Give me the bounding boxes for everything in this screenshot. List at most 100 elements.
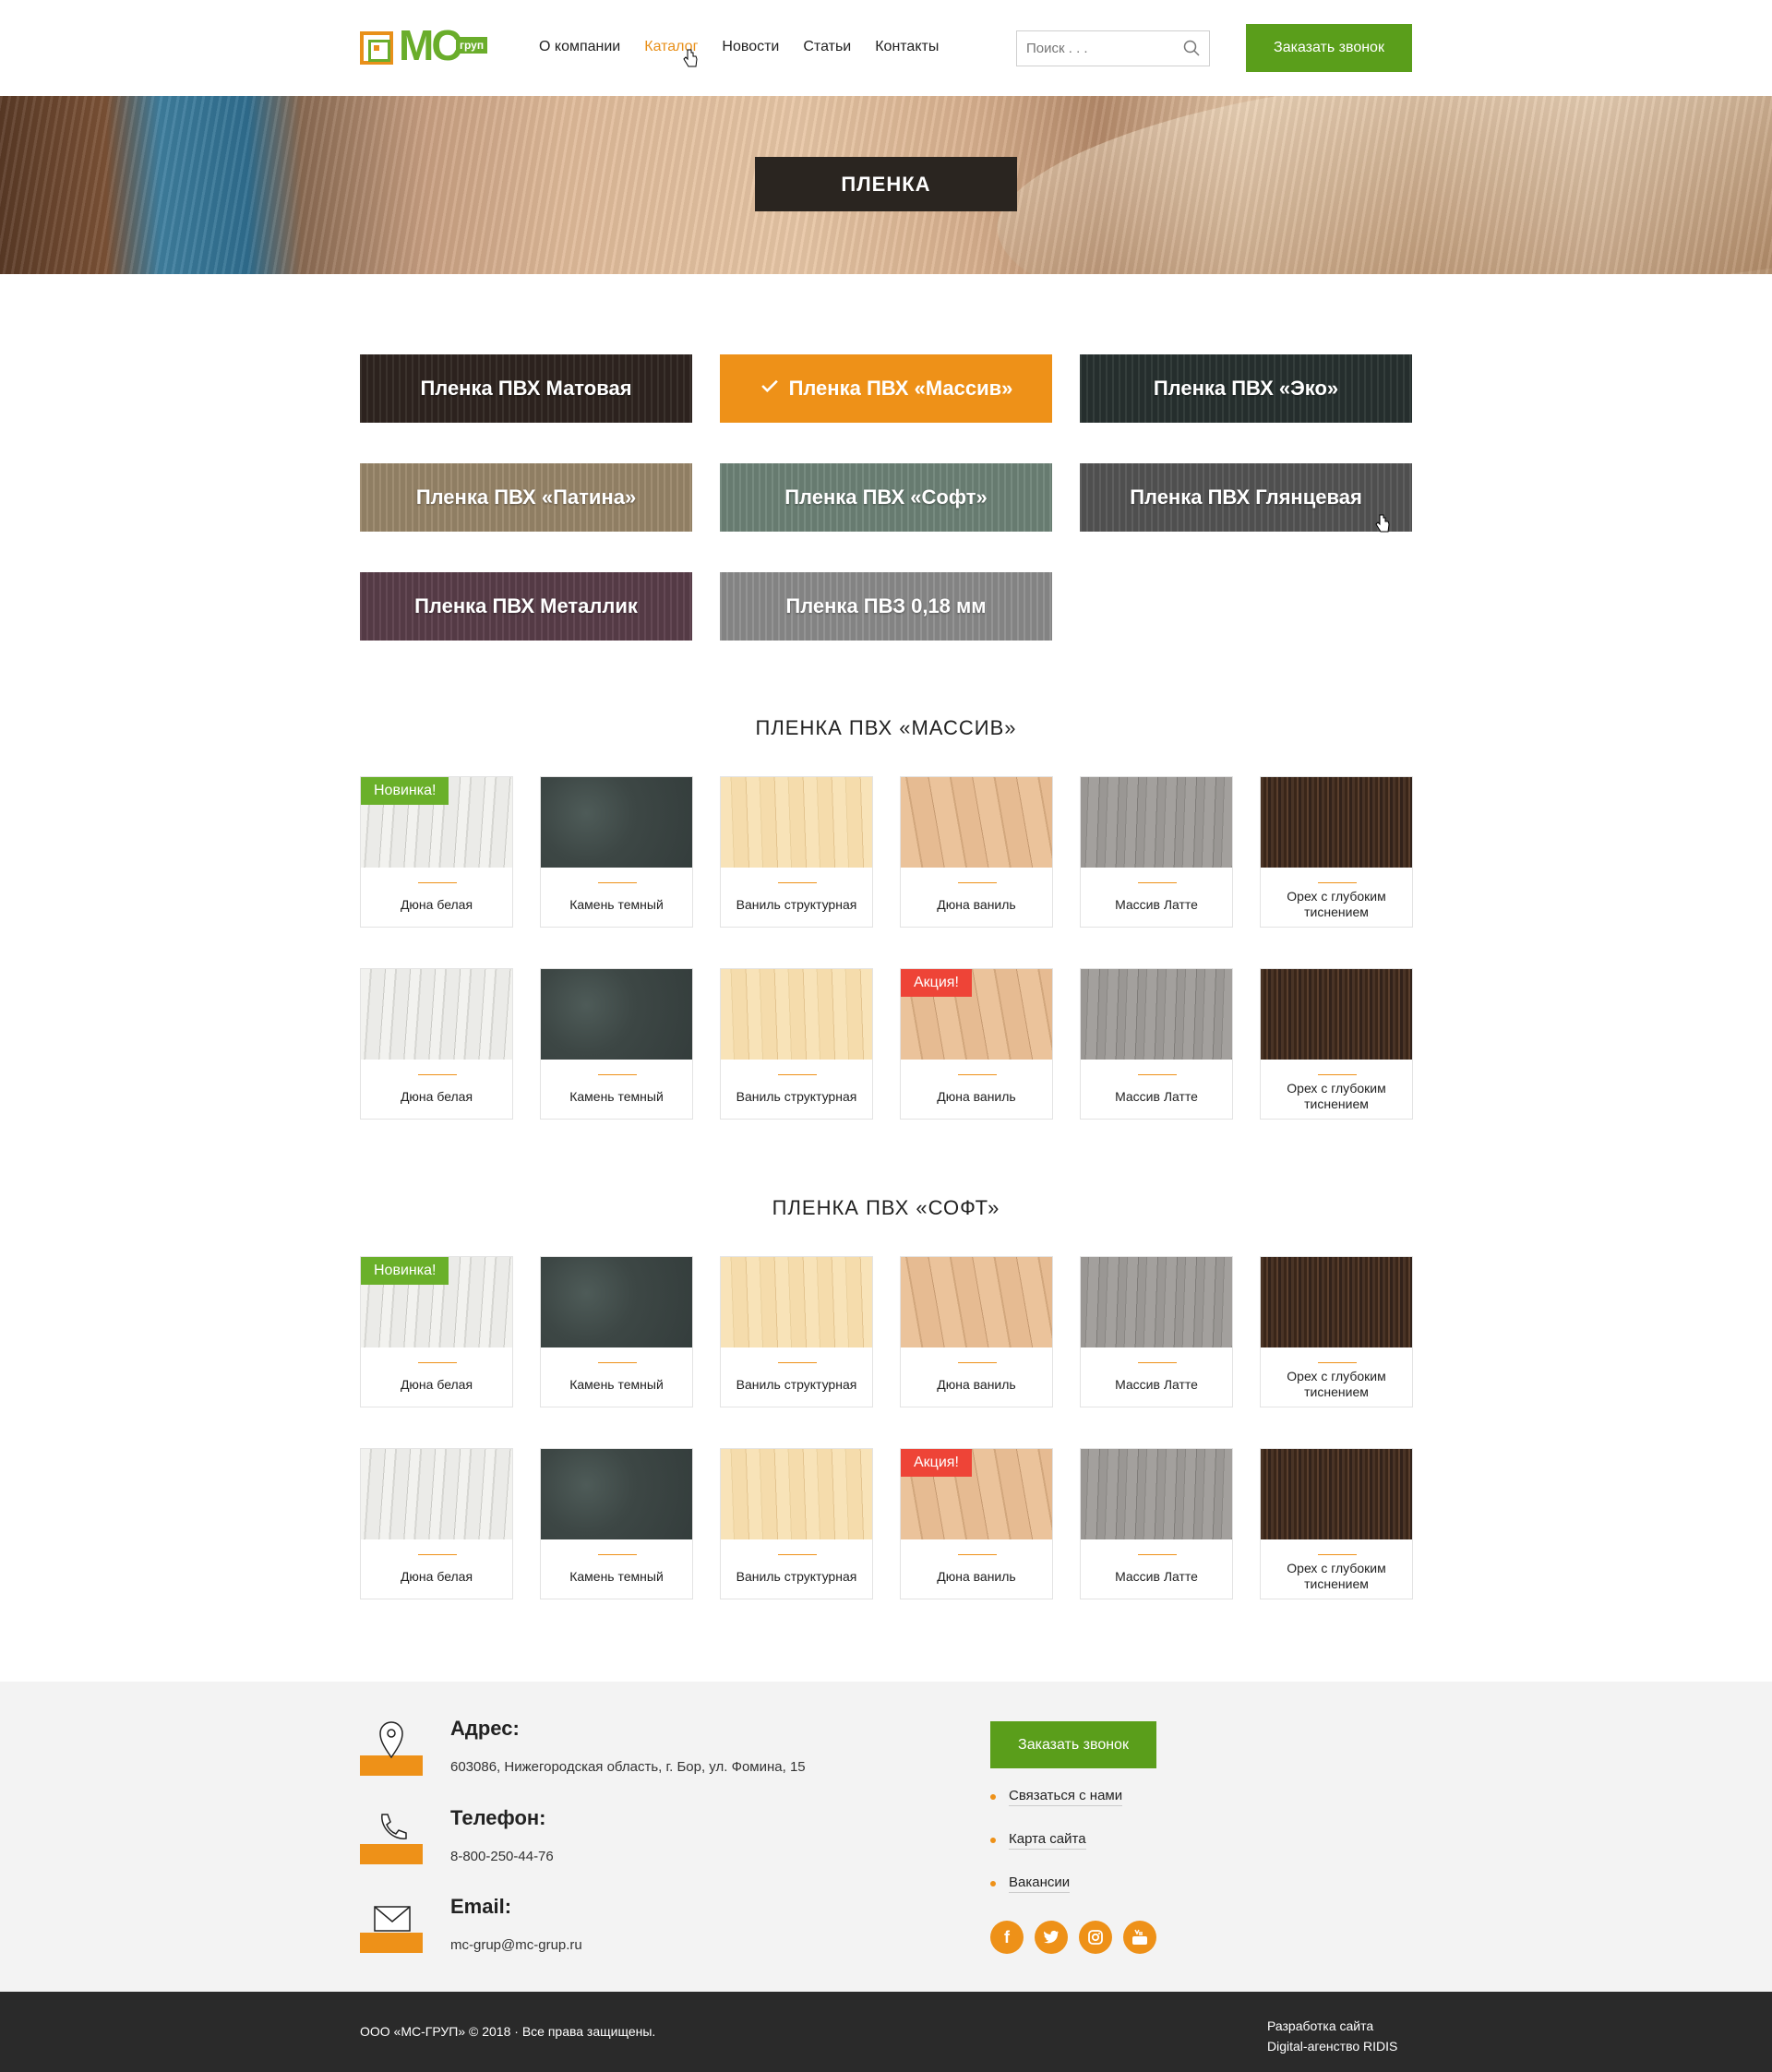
card-divider <box>958 1554 997 1555</box>
product-card[interactable]: Камень темный <box>540 968 693 1120</box>
category-glossy[interactable]: Пленка ПВХ Глянцевая <box>1080 463 1412 532</box>
header-call-button[interactable]: Заказать звонок <box>1246 24 1412 72</box>
product-name: Орех с глубоким тиснением <box>1287 889 1386 919</box>
card-divider <box>1318 1362 1357 1363</box>
map-pin-icon <box>379 1721 403 1759</box>
category-massiv[interactable]: Пленка ПВХ «Массив» <box>720 354 1052 423</box>
category-patina[interactable]: Пленка ПВХ «Патина» <box>360 463 692 532</box>
search-icon[interactable] <box>1183 40 1200 56</box>
youtube-icon[interactable] <box>1123 1921 1156 1954</box>
logo-mark-icon <box>360 31 393 65</box>
nav-contacts[interactable]: Контакты <box>875 39 939 55</box>
facebook-icon[interactable]: f <box>990 1921 1024 1954</box>
footer-link-label: Карта сайта <box>1009 1831 1086 1850</box>
product-card[interactable]: Орех с глубоким тиснением <box>1260 1256 1413 1407</box>
card-divider <box>1138 1362 1177 1363</box>
instagram-icon[interactable] <box>1079 1921 1112 1954</box>
footer-link-label: Вакансии <box>1009 1874 1071 1893</box>
card-divider <box>778 1074 817 1075</box>
product-card[interactable]: Камень темный <box>540 776 693 928</box>
product-card[interactable]: Дюна ваниль <box>900 1256 1053 1407</box>
category-label: Пленка ПВХ Металлик <box>414 594 638 617</box>
product-swatch <box>541 1449 692 1539</box>
product-card[interactable]: Акция! Дюна ваниль <box>900 1448 1053 1599</box>
category-label: Пленка ПВХ Матовая <box>420 377 632 400</box>
product-swatch <box>721 777 872 868</box>
address-value: 603086, Нижегородская область, г. Бор, у… <box>450 1759 806 1775</box>
product-swatch <box>1081 1257 1232 1347</box>
product-name: Ваниль структурная <box>736 1568 857 1584</box>
footer-link-jobs[interactable]: Вакансии <box>990 1874 1071 1893</box>
product-card[interactable]: Акция! Дюна ваниль <box>900 968 1053 1120</box>
product-card[interactable]: Ваниль структурная <box>720 1256 873 1407</box>
nav-news[interactable]: Новости <box>722 39 779 55</box>
twitter-icon[interactable] <box>1035 1921 1068 1954</box>
category-label: Пленка ПВХ «Массив» <box>788 377 1013 400</box>
product-swatch <box>1081 969 1232 1060</box>
footer-link-contact[interactable]: Связаться с нами <box>990 1788 1123 1806</box>
product-swatch <box>901 1257 1052 1347</box>
product-card[interactable]: Ваниль структурная <box>720 1448 873 1599</box>
product-card[interactable]: Массив Латте <box>1080 1256 1233 1407</box>
developer-credit[interactable]: Разработка сайта Digital-агенство RIDIS <box>1267 2016 1397 2056</box>
product-card[interactable]: Орех с глубоким тиснением <box>1260 1448 1413 1599</box>
phone-label: Телефон: <box>450 1806 546 1829</box>
email-value[interactable]: mc-grup@mc-grup.ru <box>450 1937 582 1953</box>
product-card[interactable]: Дюна белая <box>360 1448 513 1599</box>
developer-line2: Digital-агенство RIDIS <box>1267 2039 1398 2054</box>
category-label: Пленка ПВЗ 0,18 мм <box>785 594 987 617</box>
product-swatch <box>1261 1257 1412 1347</box>
nav-articles[interactable]: Статьи <box>803 39 851 55</box>
product-card[interactable]: Дюна белая <box>360 968 513 1120</box>
product-card[interactable]: Массив Латте <box>1080 1448 1233 1599</box>
product-card[interactable]: Камень темный <box>540 1256 693 1407</box>
footer-call-button[interactable]: Заказать звонок <box>990 1721 1156 1768</box>
product-card[interactable]: Орех с глубоким тиснением <box>1260 776 1413 928</box>
hero-banner: ПЛЕНКА <box>0 96 1772 274</box>
product-name: Ваниль структурная <box>736 1088 857 1104</box>
product-swatch <box>1261 1449 1412 1539</box>
logo-sub: груп <box>456 37 488 54</box>
address-block-icon <box>360 1720 423 1776</box>
product-swatch <box>721 1449 872 1539</box>
product-name: Дюна белая <box>400 896 473 912</box>
category-matte[interactable]: Пленка ПВХ Матовая <box>360 354 692 423</box>
product-name: Камень темный <box>569 896 664 912</box>
product-name: Массив Латте <box>1115 1376 1198 1392</box>
product-card[interactable]: Ваниль структурная <box>720 968 873 1120</box>
category-pvz[interactable]: Пленка ПВЗ 0,18 мм <box>720 572 1052 641</box>
phone-block-icon <box>360 1809 423 1864</box>
category-eco[interactable]: Пленка ПВХ «Эко» <box>1080 354 1412 423</box>
search-input[interactable] <box>1017 31 1165 66</box>
footer-link-sitemap[interactable]: Карта сайта <box>990 1831 1086 1850</box>
product-card[interactable]: Массив Латте <box>1080 776 1233 928</box>
product-card[interactable]: Ваниль структурная <box>720 776 873 928</box>
card-divider <box>958 882 997 883</box>
section-title-soft: ПЛЕНКА ПВХ «СОФТ» <box>772 1196 1000 1219</box>
product-card[interactable]: Новинка! Дюна белая <box>360 776 513 928</box>
product-card[interactable]: Дюна ваниль <box>900 776 1053 928</box>
email-label: Email: <box>450 1895 512 1918</box>
card-divider <box>778 882 817 883</box>
category-soft[interactable]: Пленка ПВХ «Софт» <box>720 463 1052 532</box>
card-divider <box>1138 1554 1177 1555</box>
phone-value[interactable]: 8-800-250-44-76 <box>450 1849 554 1864</box>
product-name: Ваниль структурная <box>736 1376 857 1392</box>
product-card[interactable]: Новинка! Дюна белая <box>360 1256 513 1407</box>
copyright: ООО «МС-ГРУП» © 2018 · Все права защищен… <box>360 2024 656 2039</box>
logo[interactable]: MC груп <box>360 22 489 68</box>
product-card[interactable]: Орех с глубоким тиснением <box>1260 968 1413 1120</box>
nav-about[interactable]: О компании <box>539 39 620 55</box>
product-name: Камень темный <box>569 1568 664 1584</box>
site-header: MC груп О компании Каталог Новости Стать… <box>0 0 1772 96</box>
badge-sale: Акция! <box>901 1449 972 1477</box>
product-swatch <box>541 969 692 1060</box>
site-footer <box>0 1682 1772 1992</box>
product-card[interactable]: Камень темный <box>540 1448 693 1599</box>
product-card[interactable]: Массив Латте <box>1080 968 1233 1120</box>
badge-new: Новинка! <box>361 1257 449 1285</box>
product-swatch <box>901 777 1052 868</box>
product-swatch <box>1081 1449 1232 1539</box>
badge-sale: Акция! <box>901 969 972 997</box>
category-metallic[interactable]: Пленка ПВХ Металлик <box>360 572 692 641</box>
